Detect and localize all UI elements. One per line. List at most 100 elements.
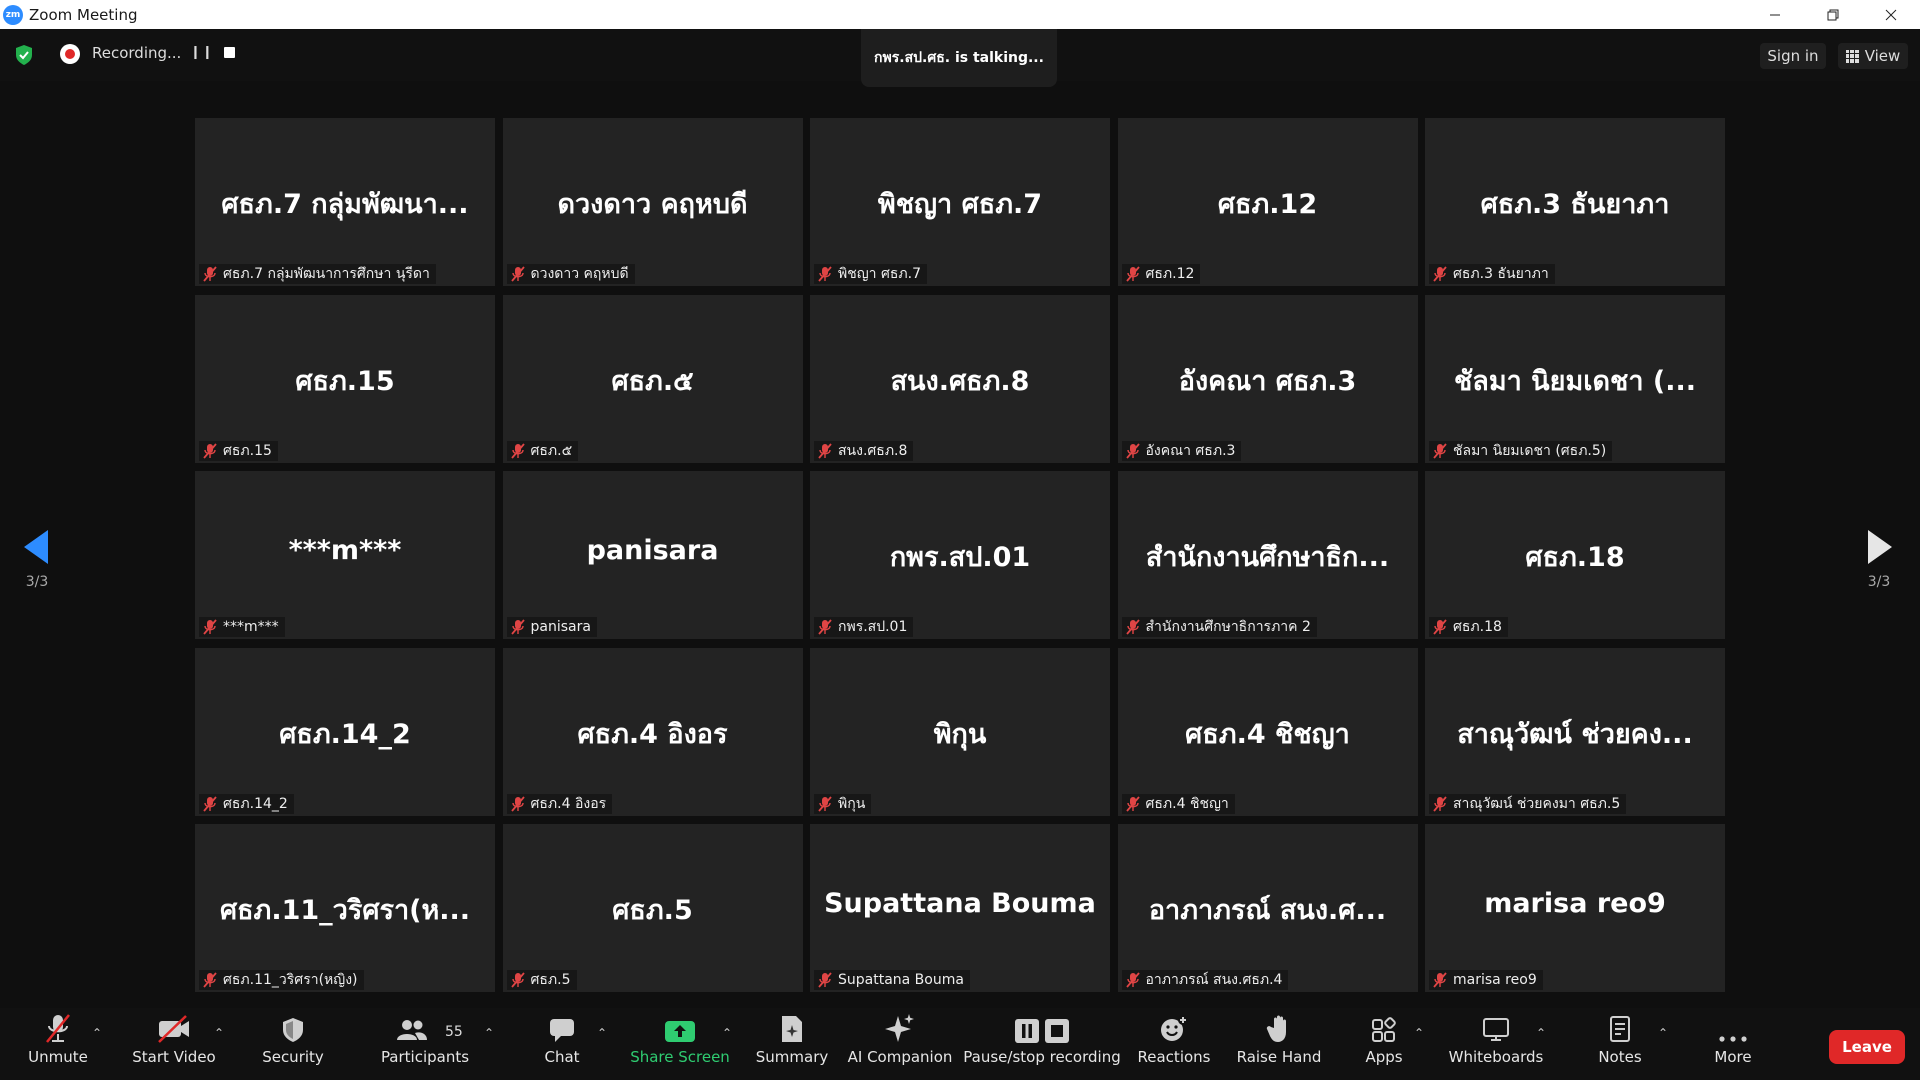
participant-tile[interactable]: กพร.สป.01 กพร.สป.01: [810, 471, 1110, 639]
pause-stop-icon: [1015, 1019, 1069, 1043]
minimize-button[interactable]: [1746, 0, 1804, 29]
video-options-caret-icon[interactable]: ⌃: [214, 1026, 224, 1040]
active-speaker-banner: กพร.สป.ศธ. is talking...: [861, 29, 1057, 87]
participant-tile[interactable]: ศธภ.5 ศธภ.5: [502, 824, 803, 992]
notes-button[interactable]: Notes: [1588, 1008, 1652, 1080]
apps-options-caret-icon[interactable]: ⌃: [1414, 1026, 1424, 1040]
participant-tile[interactable]: พิกุน พิกุน: [810, 647, 1110, 816]
participant-tile[interactable]: ศธภ.4 ชิชญา ศธภ.4 ชิชญา: [1117, 647, 1418, 816]
microphone-muted-icon: [203, 972, 217, 988]
whiteboards-options-caret-icon[interactable]: ⌃: [1536, 1026, 1546, 1040]
previous-page-button[interactable]: 3/3: [20, 530, 54, 610]
pause-recording-button[interactable]: ❙❙: [190, 45, 214, 60]
pause-stop-recording-button[interactable]: Pause/stop recording: [963, 1008, 1121, 1080]
notes-options-caret-icon[interactable]: ⌃: [1658, 1026, 1668, 1040]
share-screen-icon: [665, 1021, 695, 1042]
unmute-button[interactable]: Unmute: [22, 1008, 94, 1080]
stop-recording-button[interactable]: [224, 47, 235, 58]
participant-label-text: ศธภ.3 ธันยาภา: [1453, 266, 1549, 282]
participant-tile[interactable]: ศธภ.18 ศธภ.18: [1425, 471, 1725, 639]
encryption-shield-icon[interactable]: [14, 44, 34, 66]
participant-tile[interactable]: ***m*** ***m***: [195, 471, 495, 639]
restore-button[interactable]: [1804, 0, 1862, 29]
participant-tile[interactable]: ศธภ.14_2 ศธภ.14_2: [195, 647, 495, 816]
participant-display-name: ศธภ.11_วริศรา(ห...: [219, 895, 471, 926]
participant-tile[interactable]: Supattana Bouma Supattana Bouma: [810, 824, 1110, 992]
participant-tile[interactable]: สาณุวัฒน์ ช่วยคง... สาณุวัฒน์ ช่วยคงมา ศธ…: [1425, 647, 1725, 816]
participant-name-label: ศธภ.15: [199, 440, 278, 461]
participant-label-text: ศธภ.4 อิงอร: [530, 795, 607, 812]
participant-tile[interactable]: ศธภ.4 อิงอร ศธภ.4 อิงอร: [502, 647, 803, 816]
participant-name-label: สำนักงานศึกษาธิการภาค 2: [1121, 617, 1317, 637]
participants-button[interactable]: Participants: [378, 1008, 472, 1080]
notes-icon: [1610, 1016, 1630, 1042]
reactions-button[interactable]: Reactions: [1134, 1008, 1214, 1080]
participant-display-name: ศธภ.5: [612, 895, 693, 926]
chat-options-caret-icon[interactable]: ⌃: [597, 1026, 607, 1040]
participant-tile[interactable]: ศธภ.๕ ศธภ.๕: [502, 294, 803, 463]
participant-tile[interactable]: ศธภ.3 ธันยาภา ศธภ.3 ธันยาภา: [1425, 118, 1725, 286]
audio-options-caret-icon[interactable]: ⌃: [92, 1026, 102, 1040]
whiteboards-button[interactable]: Whiteboards: [1448, 1008, 1544, 1080]
participant-name-label: ศธภ.๕: [506, 440, 579, 461]
microphone-muted-icon: [1433, 972, 1447, 988]
microphone-muted-icon: [203, 619, 217, 635]
share-options-caret-icon[interactable]: ⌃: [722, 1026, 732, 1040]
sign-in-button[interactable]: Sign in: [1760, 43, 1826, 69]
participant-tile[interactable]: marisa reo9 marisa reo9: [1425, 824, 1725, 992]
security-label: Security: [262, 1048, 324, 1066]
participant-name-label: ดวงดาว คฤหบดี: [506, 264, 635, 284]
summary-button[interactable]: Summary: [752, 1008, 832, 1080]
arrow-right-icon: [1868, 530, 1892, 564]
security-button[interactable]: Security: [258, 1008, 328, 1080]
participant-label-text: พิกุน: [838, 795, 866, 812]
view-button[interactable]: View: [1838, 43, 1908, 69]
microphone-muted-icon: [1125, 972, 1140, 988]
microphone-muted-icon: [818, 972, 832, 988]
participant-tile[interactable]: สนง.ศธภ.8 สนง.ศธภ.8: [810, 294, 1110, 463]
microphone-muted-icon: [203, 442, 217, 459]
participant-tile[interactable]: อังคณา ศธภ.3 อังคณา ศธภ.3: [1117, 294, 1418, 463]
participant-label-text: ศธภ.12: [1145, 266, 1195, 282]
share-screen-button[interactable]: Share Screen: [630, 1008, 730, 1080]
restore-icon: [1827, 9, 1839, 20]
more-button[interactable]: More: [1702, 1008, 1764, 1080]
participant-display-name: ศธภ.15: [295, 365, 395, 397]
participant-label-text: ศธภ.11_วริศรา(หญิง): [223, 972, 358, 988]
participant-name-label: ศธภ.11_วริศรา(หญิง): [199, 970, 364, 990]
leave-meeting-button[interactable]: Leave: [1829, 1030, 1905, 1064]
participant-display-name: ***m***: [288, 535, 402, 566]
participant-name-label: ชัลมา นิยมเดชา (ศธภ.5): [1429, 440, 1613, 461]
ai-companion-button[interactable]: AI Companion: [848, 1008, 952, 1080]
microphone-muted-icon: [1433, 619, 1447, 635]
raise-hand-button[interactable]: Raise Hand: [1236, 1008, 1322, 1080]
participant-tile[interactable]: อาภาภรณ์ สนง.ศ... อาภาภรณ์ สนง.ศธภ.4: [1117, 824, 1418, 992]
start-video-button[interactable]: Start Video: [130, 1008, 218, 1080]
participant-tile[interactable]: พิชญา ศธภ.7 พิชญา ศธภ.7: [810, 118, 1110, 286]
participant-display-name: ศธภ.4 ชิชญา: [1185, 718, 1350, 750]
participants-options-caret-icon[interactable]: ⌃: [484, 1026, 494, 1040]
participant-tile[interactable]: ศธภ.7 กลุ่มพัฒนา... ศธภ.7 กลุ่มพัฒนาการศึ…: [195, 118, 495, 286]
participant-tile[interactable]: ศธภ.12 ศธภ.12: [1117, 118, 1418, 286]
microphone-muted-icon: [1125, 266, 1140, 282]
participant-tile[interactable]: ชัลมา นิยมเดชา (... ชัลมา นิยมเดชา (ศธภ.5…: [1425, 294, 1725, 463]
whiteboard-icon: [1483, 1018, 1509, 1041]
participant-name-label: ***m***: [199, 617, 285, 637]
participant-name-label: Supattana Bouma: [814, 970, 970, 990]
participant-label-text: ศธภ.๕: [530, 442, 573, 459]
next-page-button[interactable]: 3/3: [1862, 530, 1896, 610]
participant-display-name: สำนักงานศึกษาธิก...: [1145, 542, 1390, 573]
close-window-button[interactable]: [1862, 0, 1920, 29]
participant-tile[interactable]: panisara panisara: [502, 471, 803, 639]
apps-button[interactable]: Apps: [1350, 1008, 1418, 1080]
participant-tile[interactable]: ศธภ.11_วริศรา(ห... ศธภ.11_วริศรา(หญิง): [195, 824, 495, 992]
participant-tile[interactable]: ศธภ.15 ศธภ.15: [195, 294, 495, 463]
participant-display-name: ศธภ.12: [1217, 189, 1318, 220]
participants-count: 55: [445, 1024, 463, 1040]
chat-button[interactable]: Chat: [530, 1008, 594, 1080]
participant-display-name: marisa reo9: [1484, 888, 1666, 919]
ai-sparkle-icon: [885, 1014, 914, 1042]
participant-tile[interactable]: ดวงดาว คฤหบดี ดวงดาว คฤหบดี: [502, 118, 803, 286]
participant-label-text: สนง.ศธภ.8: [838, 442, 908, 459]
participant-tile[interactable]: สำนักงานศึกษาธิก... สำนักงานศึกษาธิการภาค…: [1117, 471, 1418, 639]
